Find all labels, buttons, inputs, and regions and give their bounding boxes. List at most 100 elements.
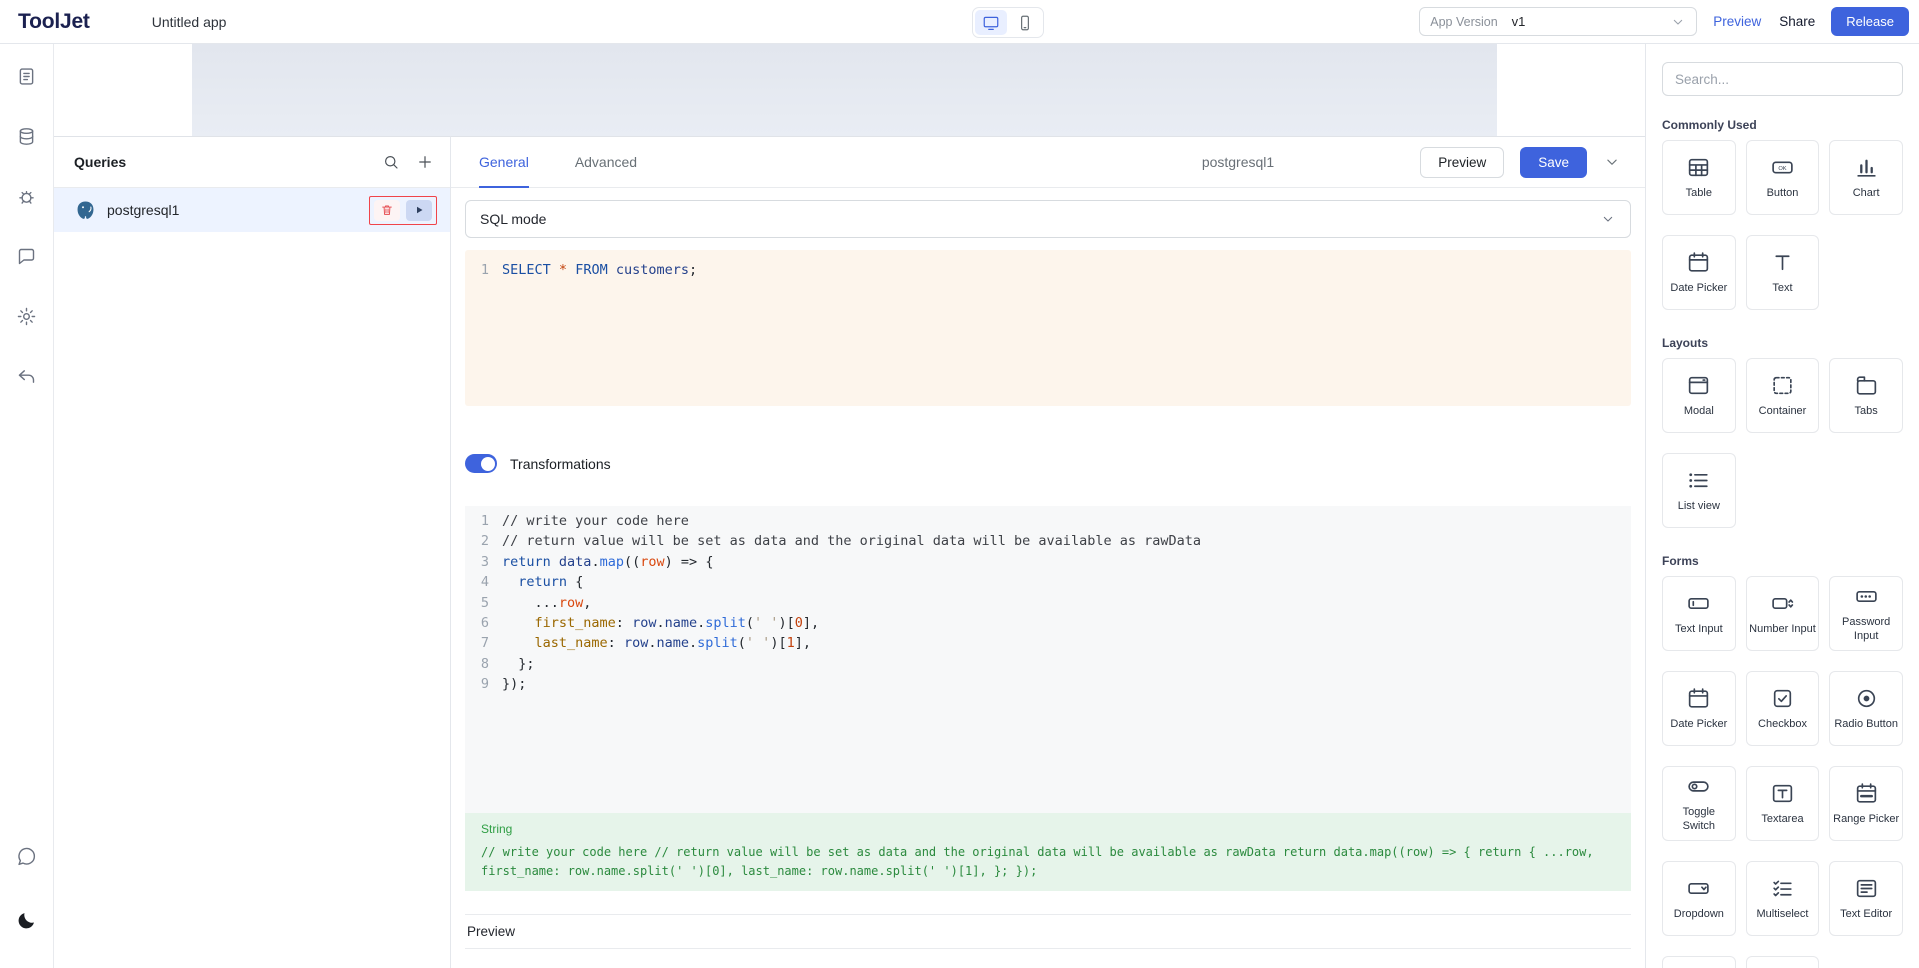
tab-general[interactable]: General bbox=[479, 137, 529, 188]
help-button[interactable] bbox=[9, 838, 45, 874]
component-container[interactable]: Container bbox=[1746, 358, 1820, 433]
toggle-icon bbox=[1686, 774, 1711, 799]
component-checkbox[interactable]: Checkbox bbox=[1746, 671, 1820, 746]
component-dropdown[interactable]: Dropdown bbox=[1662, 861, 1736, 936]
components-section: Commonly Used Table OK Button Chart Date Pick… bbox=[1662, 118, 1903, 310]
code-line: 6 first_name: row.name.split(' ')[0], bbox=[465, 613, 1631, 633]
mobile-view-button[interactable] bbox=[1009, 10, 1041, 35]
postgresql-icon bbox=[74, 199, 97, 222]
component-number-input[interactable]: Number Input bbox=[1746, 576, 1820, 651]
save-query-button[interactable]: Save bbox=[1520, 147, 1587, 178]
delete-query-button[interactable] bbox=[374, 200, 400, 221]
result-text: // write your code here // return value … bbox=[481, 843, 1615, 881]
component-chart[interactable]: Chart bbox=[1829, 140, 1903, 215]
line-number: 5 bbox=[465, 593, 489, 613]
sql-code-editor[interactable]: 1SELECT * FROM customers; bbox=[465, 250, 1631, 406]
component-table[interactable]: Table bbox=[1662, 140, 1736, 215]
transformations-toggle[interactable] bbox=[465, 454, 497, 473]
component-textarea[interactable]: Textarea bbox=[1746, 766, 1820, 841]
chevron-down-icon bbox=[1600, 211, 1616, 227]
add-query-button[interactable] bbox=[416, 153, 434, 171]
undo-button[interactable] bbox=[9, 358, 45, 394]
run-query-button[interactable] bbox=[406, 200, 432, 221]
component-button[interactable]: OK Button bbox=[1746, 140, 1820, 215]
components-grid: Text InputNumber InputPassword Input Date… bbox=[1662, 576, 1903, 968]
component-search-input[interactable] bbox=[1662, 62, 1903, 96]
component-modal[interactable]: Modal bbox=[1662, 358, 1736, 433]
component-partial[interactable] bbox=[1746, 956, 1820, 968]
component-text[interactable]: Text bbox=[1746, 235, 1820, 310]
preview-app-button[interactable]: Preview bbox=[1711, 10, 1763, 33]
query-list-item[interactable]: postgresql1 bbox=[54, 188, 450, 232]
textinput-icon bbox=[1686, 591, 1711, 616]
tooljet-logo[interactable]: ToolJet bbox=[18, 10, 90, 34]
texteditor-icon bbox=[1854, 876, 1879, 901]
textarea-icon bbox=[1770, 781, 1795, 806]
component-label: Multiselect bbox=[1757, 908, 1809, 921]
sql-mode-select[interactable]: SQL mode bbox=[465, 200, 1631, 238]
component-label: Tabs bbox=[1855, 405, 1878, 418]
code-line: 1SELECT * FROM customers; bbox=[465, 259, 1631, 281]
tab-advanced[interactable]: Advanced bbox=[575, 137, 637, 188]
component-label: Modal bbox=[1684, 405, 1714, 418]
transformation-result: String // write your code here // return… bbox=[465, 813, 1631, 891]
component-multiselect[interactable]: Multiselect bbox=[1746, 861, 1820, 936]
calendar-icon bbox=[1686, 250, 1711, 275]
moon-icon bbox=[16, 910, 37, 931]
share-button[interactable]: Share bbox=[1777, 10, 1817, 33]
component-range-picker[interactable]: Range Picker bbox=[1829, 766, 1903, 841]
app-name[interactable]: Untitled app bbox=[152, 14, 227, 30]
svg-text:OK: OK bbox=[1778, 166, 1786, 172]
desktop-view-button[interactable] bbox=[975, 10, 1007, 35]
component-date-picker[interactable]: Date Picker bbox=[1662, 235, 1736, 310]
component-label: Radio Button bbox=[1834, 718, 1898, 731]
app-version-select[interactable]: App Version v1 bbox=[1419, 7, 1697, 36]
radio-icon bbox=[1854, 686, 1879, 711]
component-text-editor[interactable]: Text Editor bbox=[1829, 861, 1903, 936]
component-label: Text bbox=[1772, 282, 1792, 295]
query-preview-button[interactable]: Preview bbox=[1420, 147, 1504, 178]
component-label: List view bbox=[1678, 500, 1720, 513]
rangepicker-icon bbox=[1854, 781, 1879, 806]
component-date-picker[interactable]: Date Picker bbox=[1662, 671, 1736, 746]
components-grid: Modal Container Tabs List view bbox=[1662, 358, 1903, 528]
component-partial[interactable] bbox=[1662, 956, 1736, 968]
checkbox-icon bbox=[1770, 686, 1795, 711]
dark-mode-toggle[interactable] bbox=[9, 902, 45, 938]
pages-button[interactable] bbox=[9, 58, 45, 94]
queries-title: Queries bbox=[74, 154, 126, 170]
components-sections: Commonly Used Table OK Button Chart Date Pick… bbox=[1662, 118, 1903, 968]
comments-button[interactable] bbox=[9, 238, 45, 274]
release-button[interactable]: Release bbox=[1831, 7, 1909, 36]
datasources-button[interactable] bbox=[9, 118, 45, 154]
app-version-value: v1 bbox=[1512, 14, 1526, 29]
mobile-icon bbox=[1016, 14, 1034, 32]
debugger-button[interactable] bbox=[9, 178, 45, 214]
trash-icon bbox=[380, 203, 394, 217]
canvas-area[interactable] bbox=[192, 44, 1497, 136]
components-section-title: Forms bbox=[1662, 554, 1903, 568]
transformation-code-editor[interactable]: 1// write your code here2// return value… bbox=[465, 506, 1631, 813]
component-toggle-switch[interactable]: Toggle Switch bbox=[1662, 766, 1736, 841]
desktop-icon bbox=[982, 14, 1000, 32]
line-number: 7 bbox=[465, 633, 489, 653]
preview-section-label: Preview bbox=[467, 924, 515, 939]
line-number: 8 bbox=[465, 654, 489, 674]
passwordinput-icon bbox=[1854, 584, 1879, 609]
collapse-panel-button[interactable] bbox=[1603, 153, 1621, 171]
component-password-input[interactable]: Password Input bbox=[1829, 576, 1903, 651]
settings-button[interactable] bbox=[9, 298, 45, 334]
component-list-view[interactable]: List view bbox=[1662, 453, 1736, 528]
app-canvas[interactable] bbox=[54, 44, 1645, 136]
component-tabs[interactable]: Tabs bbox=[1829, 358, 1903, 433]
device-mode-toggle bbox=[972, 7, 1044, 38]
component-text-input[interactable]: Text Input bbox=[1662, 576, 1736, 651]
search-queries-button[interactable] bbox=[382, 153, 400, 171]
component-radio-button[interactable]: Radio Button bbox=[1829, 671, 1903, 746]
tooljet-app-builder: ToolJet Untitled app App Version v1 Prev… bbox=[0, 0, 1919, 968]
query-editor-body: SQL mode 1SELECT * FROM customers; Trans… bbox=[451, 200, 1645, 949]
component-label: Button bbox=[1767, 187, 1799, 200]
dropdown-icon bbox=[1686, 876, 1711, 901]
components-section-title: Commonly Used bbox=[1662, 118, 1903, 132]
button-icon: OK bbox=[1770, 155, 1795, 180]
